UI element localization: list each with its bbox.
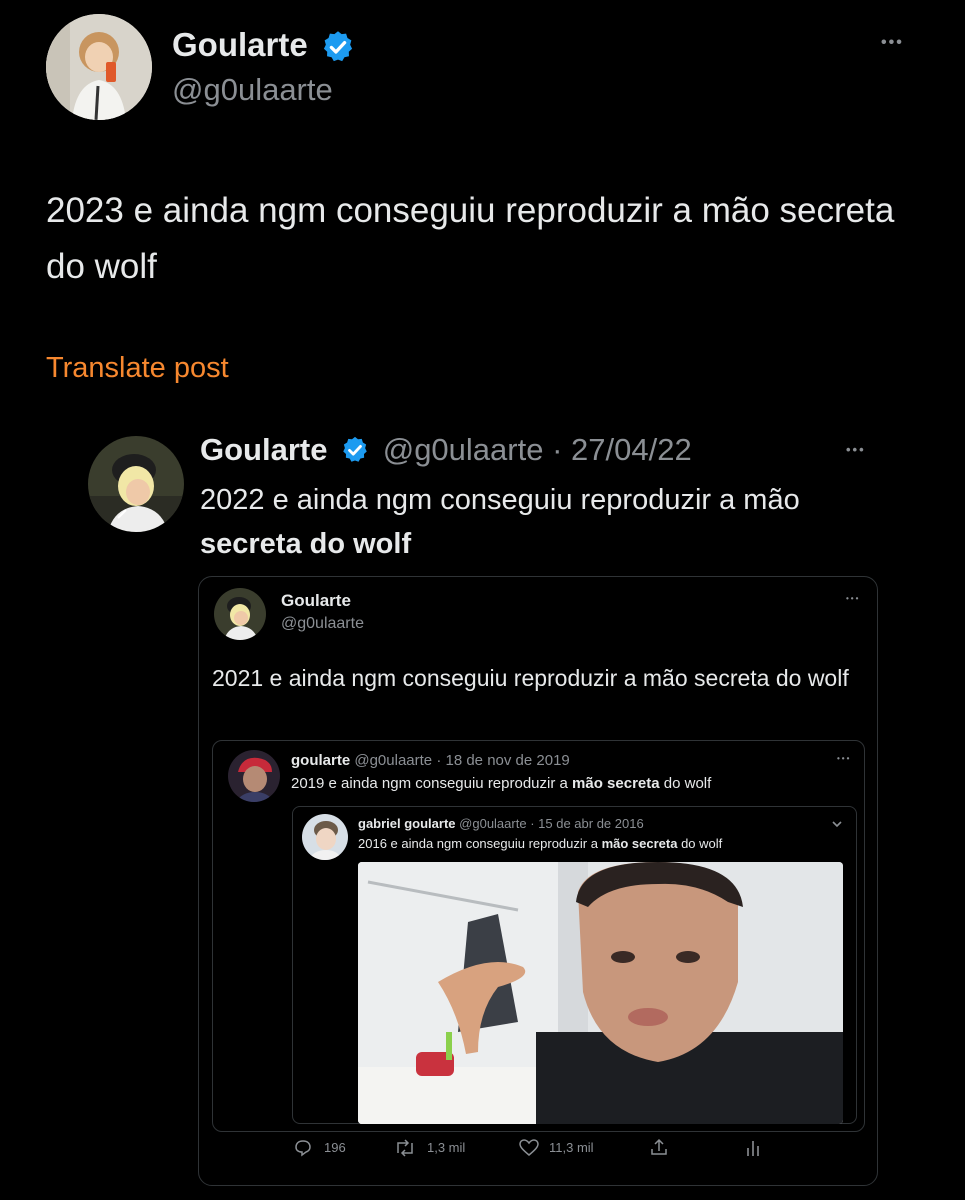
quote4-text-end: do wolf <box>677 836 723 851</box>
more-options-icon[interactable]: ••• <box>846 594 860 603</box>
separator: · <box>436 752 442 769</box>
quote4-handle[interactable]: @g0ulaarte <box>459 816 526 831</box>
quote2-handle[interactable]: @g0ulaarte <box>281 615 364 633</box>
verified-badge-icon <box>343 436 367 462</box>
quote1-header: Goularte @g0ulaarte · 27/04/22 <box>200 432 692 468</box>
avatar-image <box>214 588 266 640</box>
quote1-avatar[interactable] <box>88 436 184 532</box>
quote4-date[interactable]: 15 de abr de 2016 <box>538 816 644 831</box>
avatar-image <box>302 814 348 860</box>
quote3-handle[interactable]: @g0ulaarte <box>354 752 432 769</box>
share-icon[interactable] <box>650 1137 668 1157</box>
main-post-text: 2023 e ainda ngm conseguiu reproduzir a … <box>46 191 895 286</box>
reply-icon[interactable] <box>293 1138 313 1158</box>
quote3-text: 2019 e ainda ngm conseguiu reproduzir a … <box>291 775 711 792</box>
tweet-photo[interactable] <box>358 862 843 1124</box>
quote3-avatar[interactable] <box>228 750 280 802</box>
quote2-avatar[interactable] <box>214 588 266 640</box>
main-handle[interactable]: @g0ulaarte <box>172 72 333 108</box>
retweet-icon[interactable] <box>393 1138 417 1158</box>
quote4-text-bold: mão secreta <box>601 836 678 851</box>
quote3-text-start: 2019 e ainda ngm conseguiu reproduzir a <box>291 775 573 792</box>
avatar-image <box>46 14 152 120</box>
main-avatar[interactable] <box>46 14 152 120</box>
quote3-text-end: do wolf <box>659 775 712 792</box>
photo-image <box>358 862 843 1124</box>
separator: · <box>530 816 535 831</box>
analytics-icon[interactable] <box>745 1138 761 1158</box>
quote4-header: gabriel goularte @g0ulaarte · 15 de abr … <box>358 816 644 831</box>
reply-count: 196 <box>324 1140 346 1155</box>
more-options-icon[interactable]: ••• <box>837 754 851 763</box>
quote1-text-start: 2022 e ainda ngm conseguiu reproduzir a … <box>200 484 800 516</box>
quote2-display-name[interactable]: Goularte <box>281 591 351 611</box>
quote3-header: goularte @g0ulaarte · 18 de nov de 2019 <box>291 752 570 769</box>
main-display-name[interactable]: Goularte <box>172 26 308 64</box>
quote4-avatar[interactable] <box>302 814 348 860</box>
more-options-icon[interactable]: ••• <box>881 34 904 52</box>
separator: · <box>552 432 563 467</box>
quote3-display-name[interactable]: goularte <box>291 752 350 769</box>
quote1-display-name[interactable]: Goularte <box>200 432 327 467</box>
chevron-down-icon[interactable] <box>830 818 844 830</box>
quote3-text-bold: mão secreta <box>572 775 660 792</box>
quote1-text-bold: secreta do wolf <box>200 528 412 560</box>
quote4-display-name[interactable]: gabriel goularte <box>358 816 456 831</box>
verified-badge-icon <box>323 31 353 62</box>
quote3-date[interactable]: 18 de nov de 2019 <box>445 752 569 769</box>
avatar-image <box>228 750 280 802</box>
like-icon[interactable] <box>519 1139 539 1157</box>
retweet-count: 1,3 mil <box>427 1140 466 1155</box>
quote1-handle[interactable]: @g0ulaarte <box>383 432 544 467</box>
quote4-text: 2016 e ainda ngm conseguiu reproduzir a … <box>358 836 722 851</box>
quote1-date[interactable]: 27/04/22 <box>571 432 692 467</box>
like-count: 11,3 mil <box>549 1140 594 1155</box>
quote1-text: 2022 e ainda ngm conseguiu reproduzir a … <box>200 478 860 566</box>
more-options-icon[interactable]: ••• <box>846 442 866 457</box>
translate-post-link[interactable]: Translate post <box>46 352 229 385</box>
quote2-text: 2021 e ainda ngm conseguiu reproduzir a … <box>212 665 849 691</box>
avatar-image <box>88 436 184 532</box>
quote4-text-start: 2016 e ainda ngm conseguiu reproduzir a <box>358 836 602 851</box>
